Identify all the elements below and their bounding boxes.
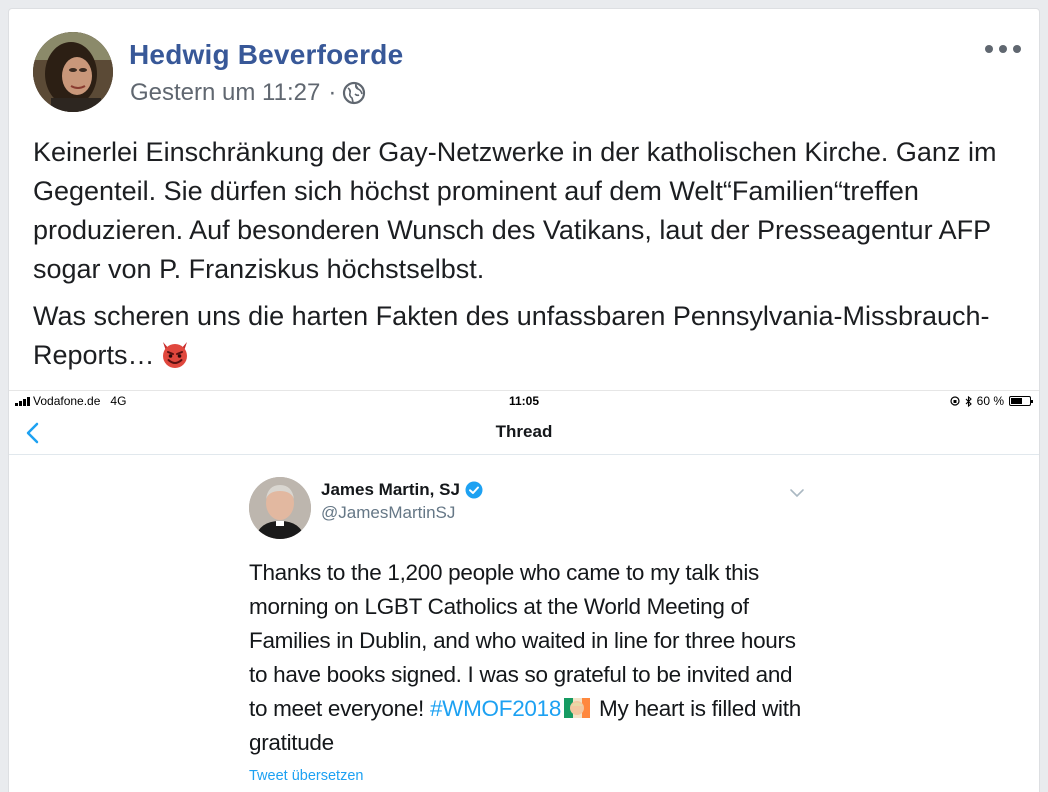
tweet-text: Thanks to the 1,200 people who came to m…: [249, 560, 801, 755]
facebook-post: Hedwig Beverfoerde Gestern um 11:27 · Ke…: [8, 8, 1040, 792]
thread-nav-bar: Thread: [9, 411, 1039, 455]
battery-icon: [1009, 396, 1033, 406]
tweet-author-name[interactable]: James Martin, SJ: [321, 480, 460, 500]
hashtag-link[interactable]: #WMOF2018: [430, 696, 561, 721]
post-meta: Gestern um 11:27 ·: [130, 79, 366, 107]
globe-icon[interactable]: [342, 81, 366, 105]
tweet-author-avatar[interactable]: [249, 477, 311, 539]
embedded-tweet-screenshot[interactable]: Vodafone.de 4G 11:05 60 % Thread James M…: [9, 390, 1039, 792]
battery-percent: 60 %: [976, 394, 1004, 408]
author-name[interactable]: Hedwig Beverfoerde: [129, 39, 403, 71]
post-paragraph: Keinerlei Einschränkung der Gay-Netzwerk…: [33, 137, 997, 284]
translate-tweet-link[interactable]: Tweet übersetzen: [249, 768, 363, 784]
phone-status-bar: Vodafone.de 4G 11:05 60 %: [9, 391, 1039, 411]
meta-separator: ·: [328, 79, 337, 106]
status-time: 11:05: [508, 394, 540, 408]
ireland-flag-emoji-icon: [564, 698, 591, 718]
post-timestamp[interactable]: Gestern um 11:27: [130, 79, 320, 107]
post-paragraph: Was scheren uns die harten Fakten des un…: [33, 301, 990, 370]
more-dots-icon: [985, 45, 993, 53]
post-body: Keinerlei Einschränkung der Gay-Netzwerk…: [33, 133, 1023, 383]
more-options-button[interactable]: [985, 37, 1021, 61]
chevron-down-icon[interactable]: [789, 487, 805, 499]
devil-emoji-icon: [162, 342, 187, 368]
orientation-lock-icon: [950, 396, 960, 406]
bluetooth-icon: [965, 395, 972, 407]
tweet-author-handle[interactable]: @JamesMartinSJ: [321, 503, 455, 523]
nav-title: Thread: [495, 422, 553, 441]
verified-badge-icon: [465, 481, 483, 499]
author-avatar[interactable]: [33, 32, 113, 112]
